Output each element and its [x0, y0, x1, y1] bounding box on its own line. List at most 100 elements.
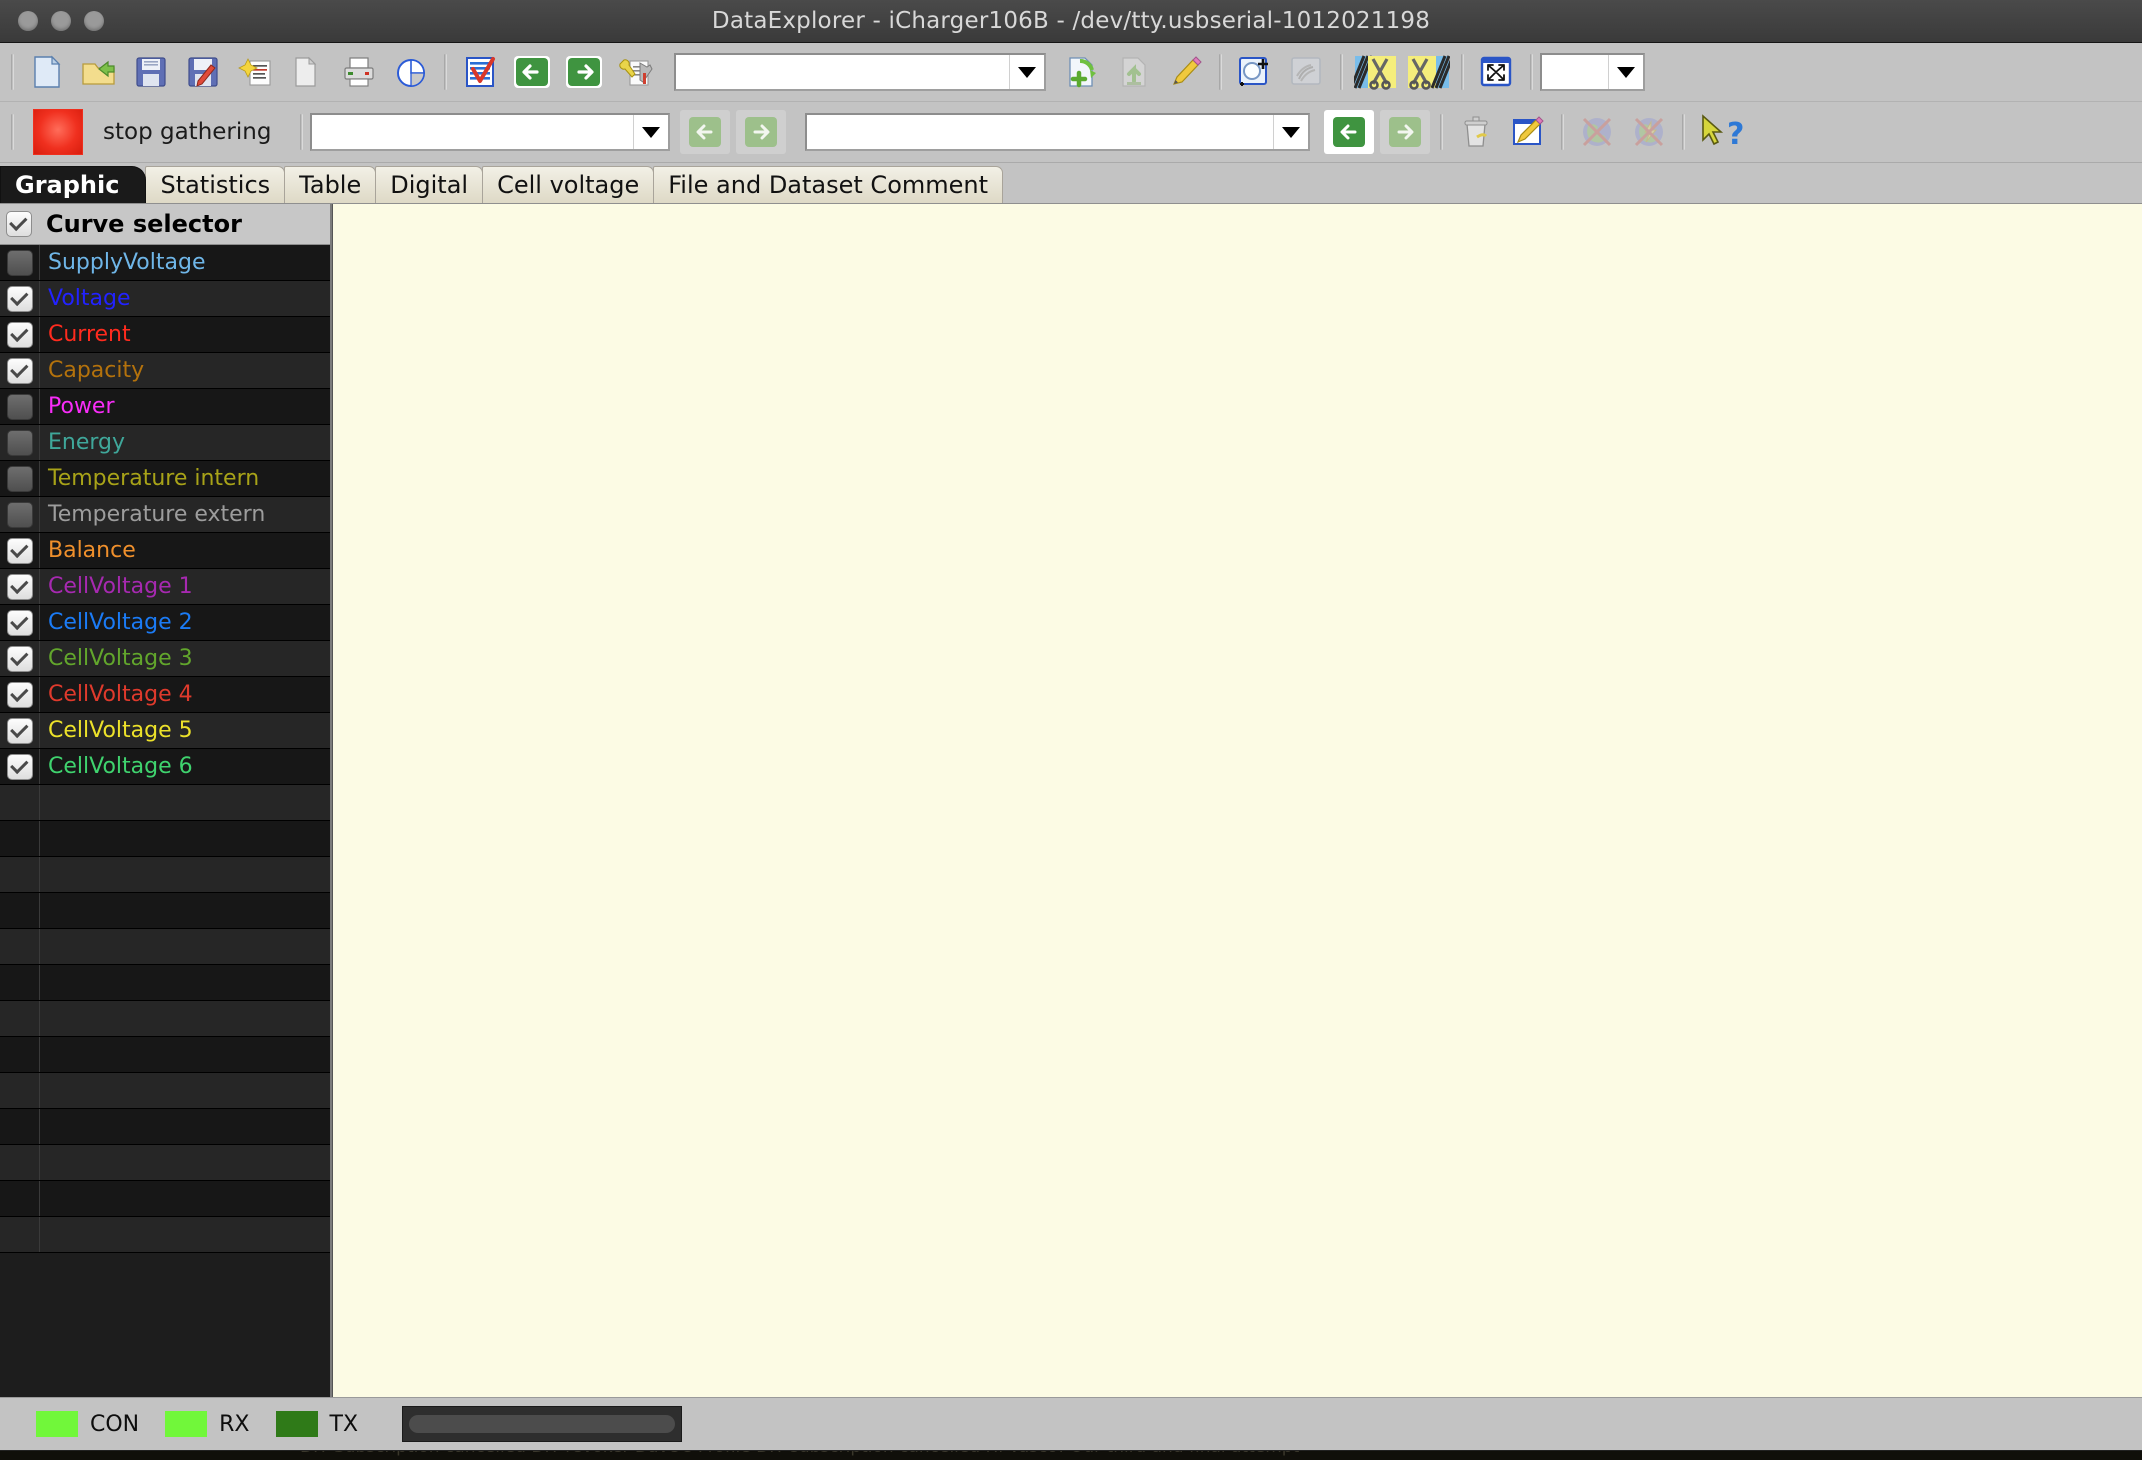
- curve-label: Current: [48, 322, 131, 347]
- curve-selector-row[interactable]: Power: [0, 389, 330, 425]
- curve-checkbox[interactable]: [6, 609, 33, 636]
- curve-checkbox[interactable]: [6, 249, 33, 276]
- toolbar-separator: [1682, 114, 1686, 150]
- tab-digital[interactable]: Digital: [375, 166, 484, 203]
- copy-icon[interactable]: [283, 48, 331, 96]
- curve-selector-row[interactable]: Temperature extern: [0, 497, 330, 533]
- curve-checkbox[interactable]: [6, 357, 33, 384]
- curve-selector-row[interactable]: CellVoltage 4: [0, 677, 330, 713]
- context-help-icon[interactable]: ?: [1694, 108, 1758, 156]
- save-as-icon[interactable]: [179, 48, 227, 96]
- curve-selector-row[interactable]: CellVoltage 6: [0, 749, 330, 785]
- curve-checkbox-cell[interactable]: [0, 533, 40, 568]
- curve-checkbox[interactable]: [6, 753, 33, 780]
- device-tools-icon[interactable]: [612, 48, 660, 96]
- prev-record-icon[interactable]: [1324, 110, 1375, 154]
- next-record-icon[interactable]: [1380, 110, 1431, 154]
- import-settings-icon[interactable]: [231, 48, 279, 96]
- tab-statistics[interactable]: Statistics: [145, 166, 286, 203]
- curve-checkbox-cell[interactable]: [0, 353, 40, 388]
- curve-selector-row[interactable]: Capacity: [0, 353, 330, 389]
- close-button[interactable]: [18, 11, 38, 31]
- curve-checkbox-cell[interactable]: [0, 641, 40, 676]
- curve-checkbox-cell-empty: [0, 1217, 40, 1252]
- curve-selector-list[interactable]: SupplyVoltage Voltage Current Capacity Power…: [0, 245, 330, 1253]
- curve-checkbox-cell[interactable]: [0, 461, 40, 496]
- object-combo[interactable]: [310, 113, 671, 151]
- zoom-button[interactable]: [84, 11, 104, 31]
- minimize-button[interactable]: [51, 11, 71, 31]
- curve-selector-row[interactable]: Energy: [0, 425, 330, 461]
- curve-selector-row[interactable]: SupplyVoltage: [0, 245, 330, 281]
- curve-checkbox[interactable]: [6, 285, 33, 312]
- curve-checkbox[interactable]: [6, 321, 33, 348]
- next-device-icon[interactable]: [560, 48, 608, 96]
- edit-record-icon[interactable]: [1162, 48, 1210, 96]
- curve-selector-row[interactable]: CellVoltage 5: [0, 713, 330, 749]
- device-combo[interactable]: [674, 53, 1046, 91]
- curve-checkbox-cell[interactable]: [0, 749, 40, 784]
- cut-right-icon[interactable]: [1404, 48, 1452, 96]
- curve-checkbox-cell-empty: [0, 1037, 40, 1072]
- curve-selector-row[interactable]: Voltage: [0, 281, 330, 317]
- fit-window-icon[interactable]: [1473, 48, 1521, 96]
- curve-checkbox[interactable]: [6, 537, 33, 564]
- chevron-down-icon[interactable]: [1009, 55, 1044, 89]
- rx-label: RX: [219, 1411, 250, 1437]
- curve-selector-row[interactable]: CellVoltage 2: [0, 605, 330, 641]
- curve-checkbox-cell[interactable]: [0, 245, 40, 280]
- curve-checkbox-cell[interactable]: [0, 281, 40, 316]
- edit-comment-icon[interactable]: [1504, 108, 1552, 156]
- curve-selector-master-checkbox[interactable]: [6, 211, 32, 237]
- chevron-down-icon[interactable]: [1273, 115, 1309, 149]
- open-folder-icon[interactable]: [75, 48, 123, 96]
- prev-device-icon[interactable]: [508, 48, 556, 96]
- curve-checkbox[interactable]: [6, 573, 33, 600]
- curve-selector-row[interactable]: Temperature intern: [0, 461, 330, 497]
- curve-checkbox-cell[interactable]: [0, 317, 40, 352]
- tab-graphic[interactable]: Graphic: [0, 166, 147, 203]
- curve-checkbox[interactable]: [6, 645, 33, 672]
- curve-selector-row[interactable]: Current: [0, 317, 330, 353]
- curve-checkbox[interactable]: [6, 681, 33, 708]
- cut-left-icon[interactable]: [1352, 48, 1400, 96]
- toolbar-separator: [1461, 54, 1464, 90]
- curve-checkbox-cell[interactable]: [0, 569, 40, 604]
- tab-table[interactable]: Table: [284, 166, 377, 203]
- google-earth-live-off-icon: [1625, 108, 1673, 156]
- pie-chart-icon[interactable]: [387, 48, 435, 96]
- curve-checkbox[interactable]: [6, 393, 33, 420]
- print-icon[interactable]: [335, 48, 383, 96]
- curve-selector-row[interactable]: Balance: [0, 533, 330, 569]
- curve-checkbox-cell[interactable]: [0, 389, 40, 424]
- curve-selector-row[interactable]: CellVoltage 3: [0, 641, 330, 677]
- toolbar-separator: [11, 54, 14, 90]
- curve-checkbox-cell[interactable]: [0, 713, 40, 748]
- tab-cell-voltage[interactable]: Cell voltage: [482, 166, 655, 203]
- device-select-icon[interactable]: [456, 48, 504, 96]
- delete-record-icon[interactable]: [1452, 108, 1500, 156]
- stop-gathering-button[interactable]: stop gathering: [21, 109, 293, 155]
- save-icon[interactable]: [127, 48, 175, 96]
- tab-file-dataset-comment[interactable]: File and Dataset Comment: [653, 166, 1004, 203]
- curve-checkbox-cell[interactable]: [0, 497, 40, 532]
- record-combo[interactable]: [805, 113, 1311, 151]
- curve-checkbox-cell[interactable]: [0, 677, 40, 712]
- graphic-canvas[interactable]: [332, 204, 2142, 1397]
- add-record-icon[interactable]: [1058, 48, 1106, 96]
- curve-selector-row[interactable]: CellVoltage 1: [0, 569, 330, 605]
- curve-label: CellVoltage 6: [48, 754, 193, 779]
- curve-checkbox-cell[interactable]: [0, 425, 40, 460]
- chevron-down-icon[interactable]: [1608, 55, 1643, 89]
- curve-checkbox[interactable]: [6, 465, 33, 492]
- curve-checkbox-cell[interactable]: [0, 605, 40, 640]
- new-file-icon[interactable]: [23, 48, 71, 96]
- zoom-window-icon[interactable]: [1231, 48, 1279, 96]
- record-combo-value: [807, 115, 1273, 149]
- chevron-down-icon[interactable]: [633, 115, 669, 149]
- curve-checkbox[interactable]: [6, 429, 33, 456]
- curve-selector-header[interactable]: Curve selector: [0, 204, 330, 245]
- curve-checkbox[interactable]: [6, 717, 33, 744]
- channel-combo[interactable]: [1540, 53, 1645, 91]
- curve-checkbox[interactable]: [6, 501, 33, 528]
